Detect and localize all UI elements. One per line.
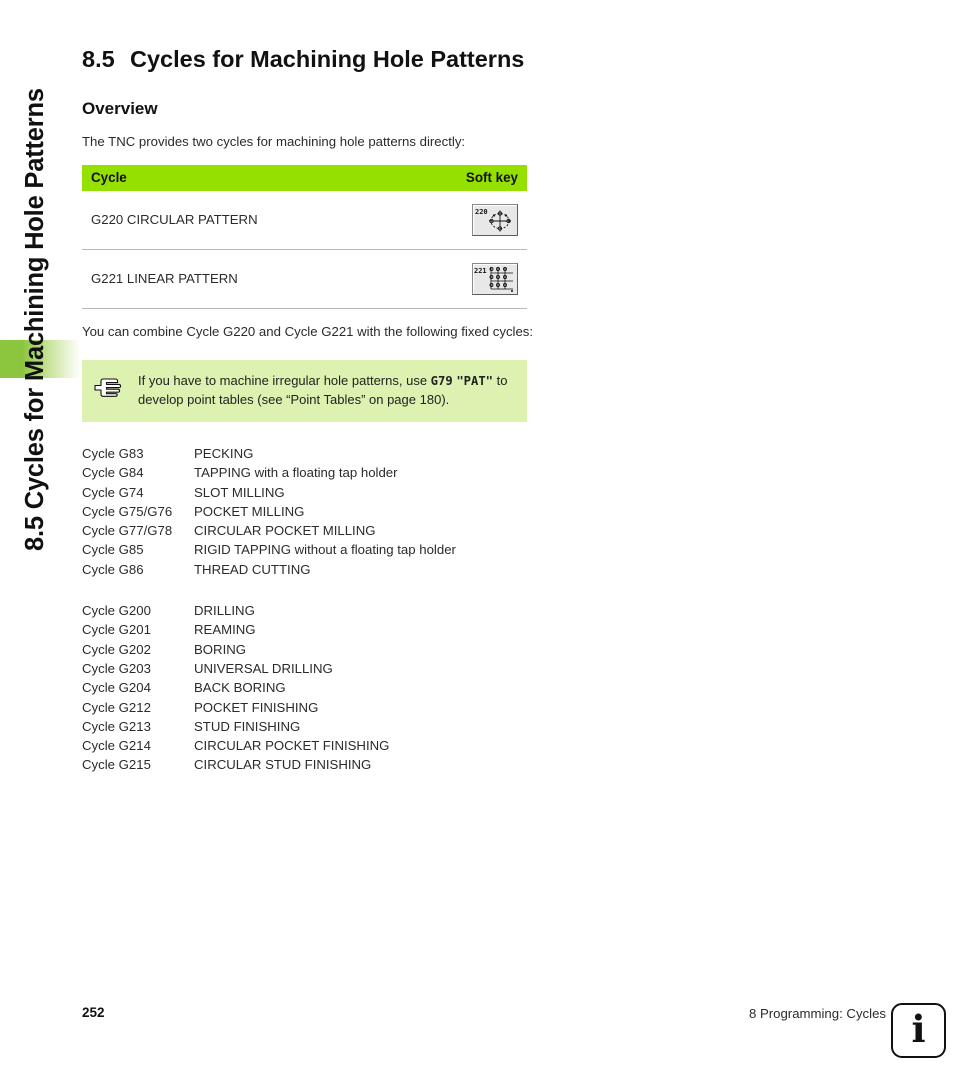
list-item: Cycle G86 THREAD CUTTING	[82, 560, 542, 579]
cycle-desc: SLOT MILLING	[194, 484, 285, 500]
subheading-overview: Overview	[82, 99, 158, 118]
svg-text:221: 221	[474, 267, 487, 275]
cycle-desc: BACK BORING	[194, 680, 286, 696]
list-item: Cycle G74 SLOT MILLING	[82, 483, 542, 502]
cycle-desc: CIRCULAR POCKET FINISHING	[194, 738, 390, 754]
page-title: 8.5 Cycles for Machining Hole Patterns	[82, 46, 542, 73]
cycle-desc: TAPPING with a floating tap holder	[194, 465, 398, 481]
softkey-g220-button[interactable]: 220	[472, 203, 518, 236]
softkey-g221-button[interactable]: 221	[472, 262, 518, 295]
cycle-code: Cycle G201	[82, 622, 151, 638]
cycle-desc: BORING	[194, 641, 247, 657]
cycle-group-fixed: Cycle G83 PECKING Cycle G84 TAPPING with a…	[82, 444, 542, 579]
column-header-softkey: Soft key	[304, 164, 527, 191]
cycle-code: Cycle G200	[82, 603, 151, 619]
info-icon-glyph: i	[911, 1007, 926, 1051]
note-icon-wrap	[92, 372, 138, 403]
cell-cycle-name: G220 CIRCULAR PATTERN	[82, 190, 305, 250]
note-page-ref: 180	[419, 391, 442, 407]
list-item: Cycle G202 BORING	[82, 640, 542, 659]
footer-page-number: 252	[82, 1005, 105, 1020]
note-code-pat: "PAT"	[456, 374, 493, 388]
list-item: Cycle G203 UNIVERSAL DRILLING	[82, 659, 542, 678]
cycle-code: Cycle G84	[82, 465, 144, 481]
cycle-code: Cycle G213	[82, 718, 151, 734]
cycle-desc: POCKET FINISHING	[194, 699, 319, 715]
cycle-desc: DRILLING	[194, 603, 255, 619]
cell-cycle-name: G221 LINEAR PATTERN	[82, 249, 305, 309]
table-header-row: Cycle Soft key	[82, 164, 527, 191]
list-item: Cycle G212 POCKET FINISHING	[82, 698, 542, 717]
list-item: Cycle G85 RIGID TAPPING without a floatin…	[82, 540, 542, 559]
list-item: Cycle G84 TAPPING with a floating tap hol…	[82, 463, 542, 482]
section-title: Cycles for Machining Hole Patterns	[130, 46, 525, 72]
sidebar-running-title: 8.5 Cycles for Machining Hole Patterns	[21, 88, 49, 551]
cycle-code: Cycle G212	[82, 699, 151, 715]
cycle-desc: REAMING	[194, 622, 256, 638]
cycle-code: Cycle G215	[82, 757, 151, 773]
info-icon: i	[891, 1003, 946, 1058]
list-item: Cycle G77/G78 CIRCULAR POCKET MILLING	[82, 521, 542, 540]
combine-paragraph: You can combine Cycle G220 and Cycle G22…	[82, 323, 534, 339]
cycle-code: Cycle G204	[82, 680, 151, 696]
footer-chapter-label: 8 Programming: Cycles	[748, 1006, 886, 1021]
list-item: Cycle G200 DRILLING	[82, 601, 542, 620]
list-item: Cycle G213 STUD FINISHING	[82, 717, 542, 736]
table-row: G221 LINEAR PATTERN 221	[82, 249, 527, 309]
pointing-hand-icon	[94, 378, 122, 397]
cycle-desc: UNIVERSAL DRILLING	[194, 660, 333, 676]
list-item: Cycle G201 REAMING	[82, 620, 542, 639]
note-text-before: If you have to machine irregular hole pa…	[138, 373, 431, 388]
table-row: G220 CIRCULAR PATTERN 220	[82, 190, 527, 250]
list-item: Cycle G204 BACK BORING	[82, 678, 542, 697]
cycle-code: Cycle G86	[82, 561, 144, 577]
cycle-group-drilling: Cycle G200 DRILLING Cycle G201 REAMING Cyc…	[82, 601, 542, 775]
list-item: Cycle G214 CIRCULAR POCKET FINISHING	[82, 736, 542, 755]
column-header-cycle: Cycle	[82, 164, 305, 191]
note-text-after: ).	[441, 391, 450, 407]
note-text: If you have to machine irregular hole pa…	[138, 372, 517, 408]
cycles-table: Cycle Soft key G220 CIRCULAR PATTERN 220	[82, 164, 527, 309]
cycle-desc: CIRCULAR POCKET MILLING	[194, 523, 376, 539]
cycle-desc: STUD FINISHING	[194, 718, 301, 734]
cycle-code: Cycle G203	[82, 660, 151, 676]
svg-text:220: 220	[475, 208, 488, 216]
cycle-desc: THREAD CUTTING	[194, 561, 311, 577]
cycle-code: Cycle G74	[82, 484, 144, 500]
cycle-desc: CIRCULAR STUD FINISHING	[194, 757, 372, 773]
linear-pattern-icon: 221	[474, 266, 513, 292]
cell-softkey: 220	[304, 190, 527, 250]
list-item: Cycle G215 CIRCULAR STUD FINISHING	[82, 755, 542, 774]
page-content: 8.5 Cycles for Machining Hole Patterns O…	[82, 0, 542, 775]
circular-pattern-icon: 220	[475, 208, 511, 231]
list-item: Cycle G75/G76 POCKET MILLING	[82, 502, 542, 521]
cell-softkey: 221	[304, 249, 527, 309]
note-box: If you have to machine irregular hole pa…	[82, 360, 527, 422]
intro-paragraph: The TNC provides two cycles for machinin…	[82, 134, 466, 149]
cycle-code: Cycle G75/G76	[82, 503, 173, 519]
section-number: 8.5	[82, 46, 115, 72]
cycle-desc: POCKET MILLING	[194, 503, 305, 519]
cycle-code: Cycle G85	[82, 542, 144, 558]
cycle-desc: PECKING	[194, 446, 254, 461]
note-code-g79: G79	[430, 374, 453, 388]
cycle-desc: RIGID TAPPING without a floating tap hol…	[194, 542, 456, 558]
list-item: Cycle G83 PECKING	[82, 444, 542, 463]
cycle-code: Cycle G202	[82, 641, 151, 657]
cycle-code: Cycle G77/G78	[82, 523, 173, 539]
cycle-code: Cycle G214	[82, 738, 151, 754]
cycle-code: Cycle G83	[82, 446, 144, 461]
